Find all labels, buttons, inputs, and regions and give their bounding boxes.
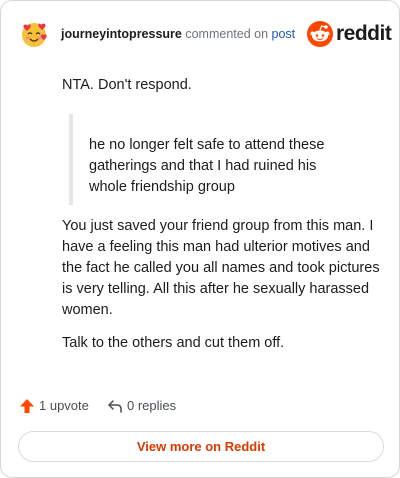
post-link[interactable]: post (272, 27, 296, 41)
reddit-comment-embed: journeyintopressure commented on post re… (0, 0, 400, 478)
reddit-wordmark: reddit (336, 22, 392, 45)
blockquote: he no longer felt safe to attend these g… (69, 114, 380, 205)
comment-intro: NTA. Don't respond. (62, 77, 192, 93)
quote-text: he no longer felt safe to attend these g… (89, 137, 325, 195)
upvote-arrow-icon (20, 399, 34, 413)
upvote-count: 1 upvote (39, 398, 89, 413)
avatar[interactable] (19, 19, 49, 49)
reddit-snoo-icon (307, 21, 333, 47)
reddit-logo[interactable]: reddit (307, 21, 392, 47)
reply-count: 0 replies (127, 398, 177, 413)
smiling-face-with-hearts-icon (22, 23, 47, 47)
upvote-button[interactable]: 1 upvote (19, 396, 99, 416)
reply-arrow-icon (108, 400, 122, 413)
comment-closing: Talk to the others and cut them off. (62, 335, 285, 351)
comment-header: journeyintopressure commented on post re… (19, 19, 392, 49)
view-more-button[interactable]: View more on Reddit (18, 431, 384, 462)
replies-button[interactable]: 0 replies (107, 396, 207, 416)
username[interactable]: journeyintopressure (61, 27, 182, 41)
comment-meta: journeyintopressure commented on post (61, 26, 295, 42)
commented-on-label: commented on (185, 27, 269, 41)
comment-paragraph: You just saved your friend group from th… (62, 218, 380, 318)
